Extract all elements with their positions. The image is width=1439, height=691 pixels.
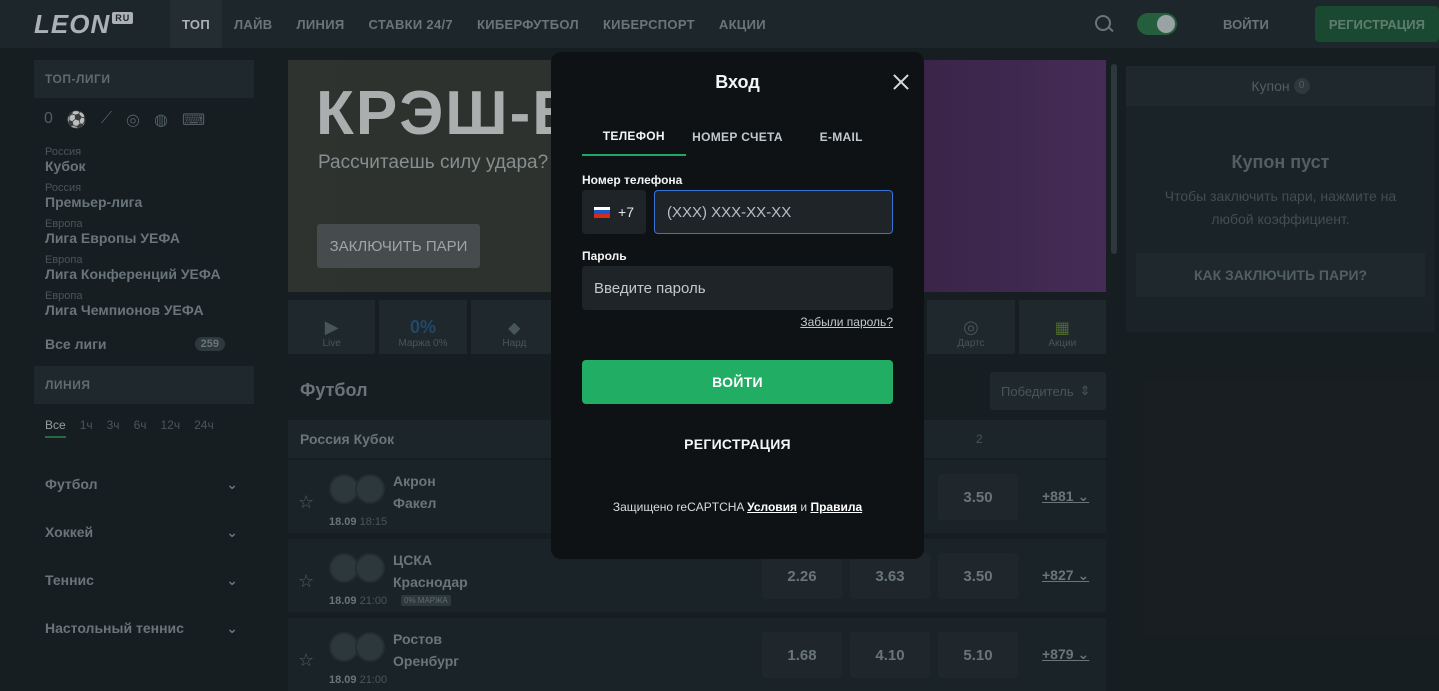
modal-register-link[interactable]: РЕГИСТРАЦИЯ xyxy=(551,436,924,452)
modal-title: Вход xyxy=(715,72,760,92)
recaptcha-notice: Защищено reCAPTCHA Условия и Правила xyxy=(551,500,924,514)
tab-email[interactable]: E-MAIL xyxy=(789,118,893,156)
login-submit-button[interactable]: ВОЙТИ xyxy=(582,360,893,404)
password-input[interactable] xyxy=(582,266,893,310)
recaptcha-rules-link[interactable]: Правила xyxy=(810,500,862,514)
country-code-value: +7 xyxy=(618,204,634,220)
phone-input[interactable] xyxy=(654,190,893,234)
password-label: Пароль xyxy=(582,249,627,263)
close-icon[interactable] xyxy=(891,72,911,92)
tab-account-number[interactable]: НОМЕР СЧЕТА xyxy=(686,118,790,156)
login-modal: Вход ТЕЛЕФОН НОМЕР СЧЕТА E-MAIL Номер те… xyxy=(551,52,924,559)
login-method-tabs: ТЕЛЕФОН НОМЕР СЧЕТА E-MAIL xyxy=(582,118,893,156)
russia-flag-icon xyxy=(594,206,611,218)
recaptcha-terms-link[interactable]: Условия xyxy=(747,500,797,514)
forgot-password-link[interactable]: Забыли пароль? xyxy=(800,315,893,329)
tab-phone[interactable]: ТЕЛЕФОН xyxy=(582,118,686,156)
phone-label: Номер телефона xyxy=(582,173,683,187)
recaptcha-text: Защищено reCAPTCHA xyxy=(612,500,744,514)
country-code-select[interactable]: +7 xyxy=(582,190,646,234)
recaptcha-and: и xyxy=(800,500,808,514)
